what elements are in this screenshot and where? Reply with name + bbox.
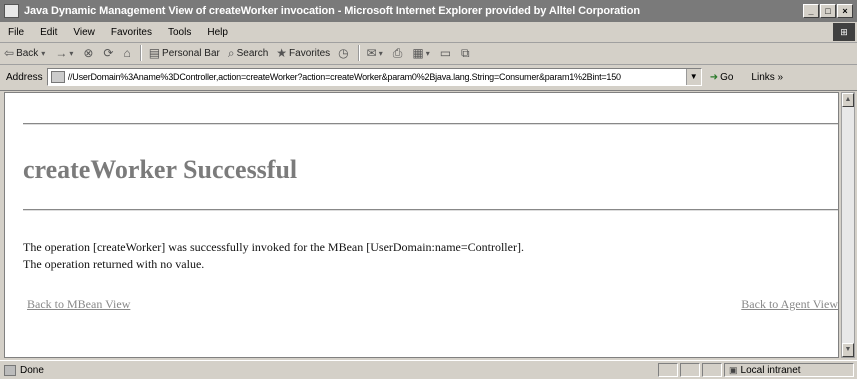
- discuss-button[interactable]: ▭: [436, 46, 457, 60]
- messenger-button[interactable]: ⧉: [457, 46, 476, 61]
- edit-icon: ▦: [412, 46, 424, 60]
- toolbar-separator: [139, 45, 142, 61]
- standard-toolbar: ⇦ Back ▾ → ▾ ⊗ ⟳ ⌂ ▤ Personal Bar ⌕ Search ★ F…: [0, 42, 857, 65]
- menu-favorites[interactable]: Favorites: [103, 27, 160, 38]
- discuss-icon: ▭: [439, 46, 452, 60]
- dropdown-icon: ▾: [378, 48, 383, 58]
- status-bar: Done ▣ Local intranet: [0, 360, 857, 379]
- result-message: The operation [createWorker] was success…: [23, 239, 524, 273]
- back-label: Back: [16, 47, 39, 59]
- favorites-icon: ★: [276, 46, 288, 60]
- intranet-zone-icon: ▣: [729, 364, 738, 375]
- stop-button[interactable]: ⊗: [79, 46, 99, 60]
- toolbar-separator: [357, 45, 360, 61]
- address-input[interactable]: //UserDomain%3Aname%3DController,action=…: [46, 68, 702, 86]
- address-url[interactable]: //UserDomain%3Aname%3DController,action=…: [68, 72, 686, 82]
- address-bar: Address //UserDomain%3Aname%3DController…: [0, 64, 857, 91]
- windows-logo-icon: ⊞: [833, 23, 855, 41]
- home-button[interactable]: ⌂: [119, 46, 136, 60]
- result-message-line-1: The operation [createWorker] was success…: [23, 240, 524, 254]
- window-controls: _ □ ×: [802, 4, 853, 18]
- messenger-icon: ⧉: [461, 45, 470, 60]
- search-button[interactable]: ⌕ Search: [224, 46, 272, 61]
- menu-view[interactable]: View: [65, 27, 103, 38]
- forward-arrow-icon: →: [55, 46, 68, 60]
- refresh-icon: ⟳: [103, 46, 114, 60]
- back-button[interactable]: ⇦ Back ▾: [0, 46, 51, 60]
- mail-icon: ✉: [366, 46, 377, 60]
- home-icon: ⌂: [123, 46, 131, 60]
- favorites-button[interactable]: ★ Favorites: [272, 46, 334, 60]
- go-label: Go: [720, 71, 734, 83]
- links-button[interactable]: Links »: [751, 72, 783, 83]
- status-cell: [658, 363, 678, 377]
- scroll-down-icon[interactable]: ▼: [842, 343, 854, 357]
- menu-file[interactable]: File: [0, 27, 32, 38]
- stop-icon: ⊗: [83, 46, 94, 60]
- personal-bar-icon: ▤: [148, 46, 161, 60]
- scroll-up-icon[interactable]: ▲: [842, 93, 854, 107]
- title-bar: Java Dynamic Management View of createWo…: [0, 0, 857, 22]
- close-button[interactable]: ×: [837, 4, 853, 18]
- page-done-icon: [4, 364, 16, 376]
- history-button[interactable]: ◷: [334, 46, 354, 60]
- address-dropdown-icon[interactable]: ▼: [685, 69, 701, 85]
- menu-tools[interactable]: Tools: [160, 27, 199, 38]
- menu-help[interactable]: Help: [199, 27, 236, 38]
- zone-label: Local intranet: [740, 364, 801, 376]
- search-label: Search: [236, 47, 269, 59]
- back-arrow-icon: ⇦: [4, 46, 15, 60]
- page-content: createWorker Successful The operation [c…: [4, 92, 839, 358]
- menu-bar: File Edit View Favorites Tools Help ⊞: [0, 22, 857, 43]
- status-cell: [702, 363, 722, 377]
- history-icon: ◷: [338, 46, 349, 60]
- links-label: Links: [751, 71, 775, 83]
- dropdown-icon: ▾: [69, 48, 74, 58]
- favorites-label: Favorites: [289, 47, 331, 59]
- personal-bar-label: Personal Bar: [162, 47, 220, 59]
- personal-bar-button[interactable]: ▤ Personal Bar: [145, 46, 224, 60]
- search-icon: ⌕: [227, 45, 235, 60]
- dropdown-icon: ▾: [425, 48, 430, 58]
- maximize-button[interactable]: □: [820, 4, 836, 18]
- mail-button[interactable]: ✉ ▾: [363, 46, 389, 60]
- go-arrow-icon: ➜: [709, 71, 719, 83]
- edit-button[interactable]: ▦ ▾: [408, 46, 435, 60]
- print-icon: ⎙: [392, 45, 403, 60]
- result-message-line-2: The operation returned with no value.: [23, 257, 205, 271]
- top-divider: [23, 123, 838, 125]
- dropdown-icon: ▾: [41, 48, 46, 58]
- forward-button[interactable]: → ▾: [51, 46, 79, 60]
- status-message: Done: [0, 364, 656, 376]
- ie-page-icon: [4, 4, 19, 18]
- window-title: Java Dynamic Management View of createWo…: [24, 5, 640, 17]
- refresh-button[interactable]: ⟳: [99, 46, 119, 60]
- heading-divider: [23, 209, 838, 211]
- page-icon: [50, 71, 65, 83]
- minimize-button[interactable]: _: [803, 4, 819, 18]
- go-button[interactable]: ➜ Go: [710, 72, 734, 83]
- print-button[interactable]: ⎙: [389, 46, 409, 61]
- status-text: Done: [20, 364, 44, 376]
- page-heading: createWorker Successful: [23, 155, 298, 184]
- address-label: Address: [6, 71, 43, 83]
- back-to-agent-view-link[interactable]: Back to Agent View: [741, 297, 838, 312]
- back-to-mbean-view-link[interactable]: Back to MBean View: [27, 297, 130, 312]
- status-cell: [680, 363, 700, 377]
- vertical-scrollbar[interactable]: ▲ ▼: [841, 92, 855, 358]
- menu-edit[interactable]: Edit: [32, 27, 65, 38]
- security-zone: ▣ Local intranet: [724, 363, 854, 377]
